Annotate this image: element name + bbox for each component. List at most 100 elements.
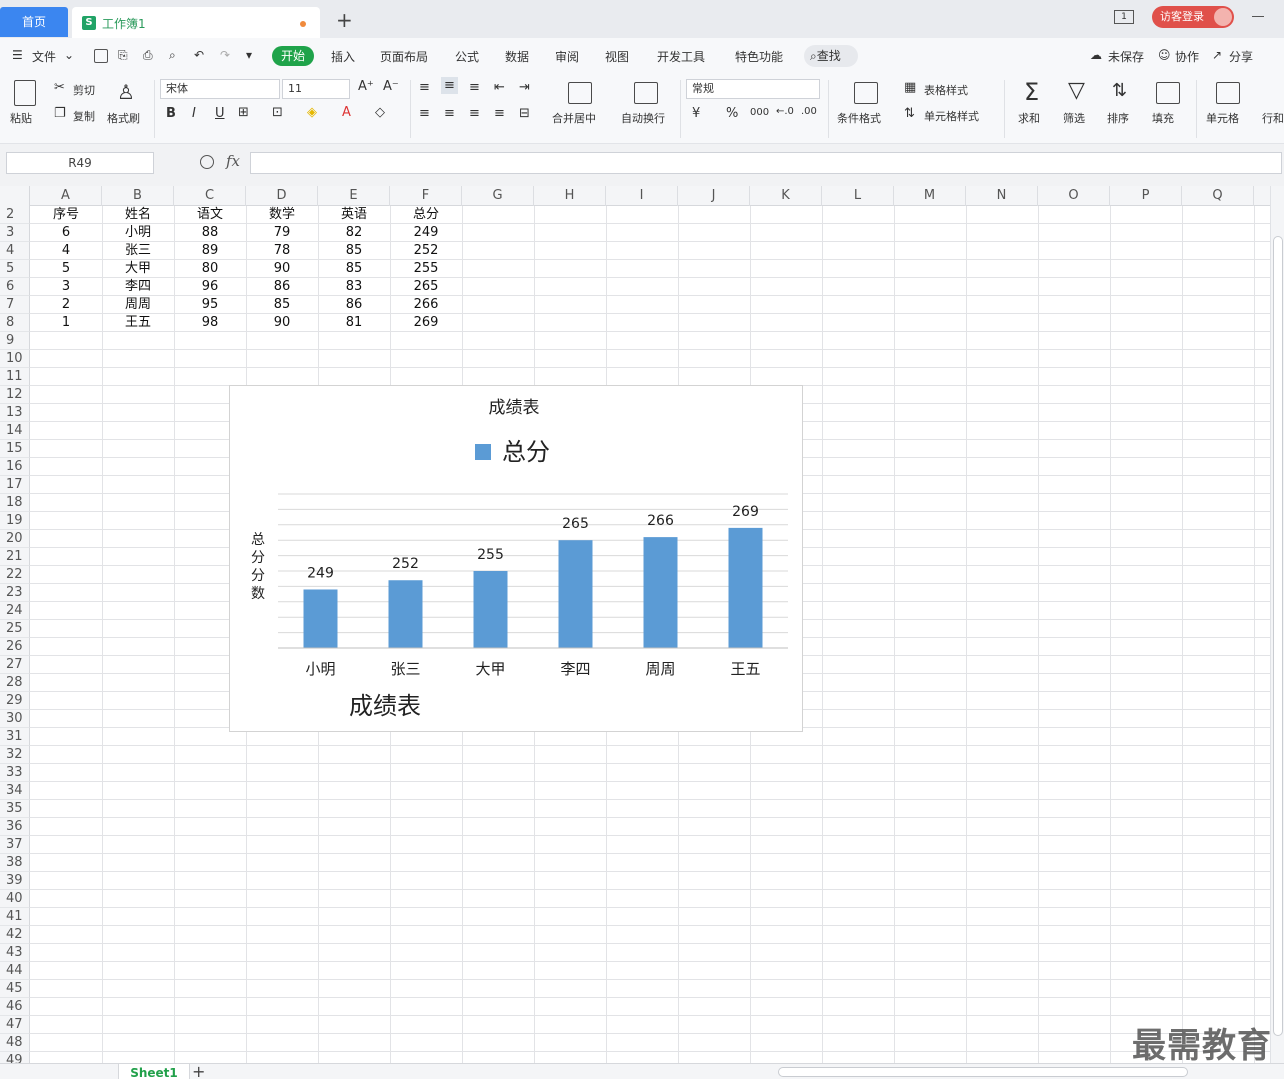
row-header[interactable]: 48 [0,1034,30,1052]
row-header[interactable]: 46 [0,998,30,1016]
row-header[interactable]: 7 [0,296,30,314]
font-size-select[interactable]: 11 [282,79,350,99]
column-header[interactable]: L [822,186,894,206]
row-header[interactable]: 27 [0,656,30,674]
fill-button[interactable]: 填充 [1152,110,1174,126]
table-cell[interactable]: 姓名 [102,206,174,224]
italic-button[interactable]: I [192,106,196,121]
fill-icon[interactable] [1156,82,1180,104]
number-format-select[interactable]: 常规 [686,79,820,99]
share-button[interactable]: 分享 [1229,48,1253,65]
row-header[interactable]: 41 [0,908,30,926]
decrease-decimal-icon[interactable]: .00 [801,106,817,117]
chevron-down-icon[interactable]: ⌄ [64,48,74,62]
table-cell[interactable]: 90 [246,260,318,278]
row-header[interactable]: 2 [0,206,30,224]
table-cell[interactable]: 81 [318,314,390,332]
tab-page-layout[interactable]: 页面布局 [380,48,428,65]
fx-icon[interactable]: fx [226,152,240,170]
row-header[interactable]: 38 [0,854,30,872]
table-cell[interactable]: 85 [318,260,390,278]
table-cell[interactable]: 82 [318,224,390,242]
table-cell[interactable]: 85 [318,242,390,260]
table-cell[interactable]: 79 [246,224,318,242]
table-cell[interactable]: 265 [390,278,462,296]
align-middle-icon[interactable]: ≡ [441,77,458,94]
column-header[interactable]: M [894,186,966,206]
align-right-icon[interactable]: ≡ [469,106,480,121]
save-icon[interactable] [94,49,108,63]
cell-style-button[interactable]: 单元格样式 [924,108,979,124]
select-all-corner[interactable] [0,186,30,206]
workbook-tab[interactable]: S 工作簿1 [72,7,320,38]
borders-icon[interactable]: ⊞ [238,105,249,120]
tab-view[interactable]: 视图 [605,48,629,65]
file-menu[interactable]: 文件 [32,48,56,65]
sheet-tab-sheet1[interactable]: Sheet1 [118,1064,190,1079]
minimize-icon[interactable] [1252,16,1264,17]
row-header[interactable]: 49 [0,1052,30,1063]
row-header[interactable]: 37 [0,836,30,854]
merge-center-icon[interactable] [568,82,592,104]
column-header[interactable]: H [534,186,606,206]
column-header[interactable]: Q [1182,186,1254,206]
cells-icon[interactable] [1216,82,1240,104]
column-header[interactable]: C [174,186,246,206]
row-header[interactable]: 34 [0,782,30,800]
row-header[interactable]: 4 [0,242,30,260]
row-header[interactable]: 22 [0,566,30,584]
row-header[interactable]: 11 [0,368,30,386]
table-cell[interactable]: 1 [30,314,102,332]
row-header[interactable]: 36 [0,818,30,836]
cut-button[interactable]: 剪切 [73,82,95,98]
table-cell[interactable]: 大甲 [102,260,174,278]
increase-font-icon[interactable]: A⁺ [358,79,374,94]
table-cell[interactable]: 2 [30,296,102,314]
table-cell[interactable]: 255 [390,260,462,278]
row-header[interactable]: 16 [0,458,30,476]
table-cell[interactable]: 96 [174,278,246,296]
table-cell[interactable]: 252 [390,242,462,260]
decrease-indent-icon[interactable]: ⇤ [494,80,505,95]
row-header[interactable]: 9 [0,332,30,350]
row-header[interactable]: 25 [0,620,30,638]
row-header[interactable]: 40 [0,890,30,908]
table-cell[interactable]: 89 [174,242,246,260]
clear-format-icon[interactable]: ◇ [375,105,385,120]
home-tab[interactable]: 首页 [0,7,68,37]
row-header[interactable]: 13 [0,404,30,422]
table-cell[interactable]: 269 [390,314,462,332]
table-cell[interactable]: 90 [246,314,318,332]
formula-input[interactable] [250,152,1282,174]
row-header[interactable]: 14 [0,422,30,440]
currency-button[interactable]: ¥ [692,106,700,121]
row-header[interactable]: 12 [0,386,30,404]
paste-icon[interactable] [14,80,36,106]
sum-button[interactable]: 求和 [1018,110,1040,126]
table-cell[interactable]: 语文 [174,206,246,224]
table-cell[interactable]: 李四 [102,278,174,296]
cell-format-icon[interactable]: ⊡ [272,105,283,120]
row-header[interactable]: 28 [0,674,30,692]
tab-special-features[interactable]: 特色功能 [735,48,783,65]
search-button[interactable]: ⌕查找 [804,45,858,67]
row-header[interactable]: 26 [0,638,30,656]
align-center-icon[interactable]: ≡ [444,106,455,121]
table-cell[interactable]: 83 [318,278,390,296]
column-header[interactable]: F [390,186,462,206]
wrap-text-button[interactable]: 自动换行 [621,110,665,126]
conditional-format-button[interactable]: 条件格式 [837,110,881,126]
column-header[interactable]: J [678,186,750,206]
table-cell[interactable]: 98 [174,314,246,332]
row-header[interactable]: 15 [0,440,30,458]
table-cell[interactable]: 86 [246,278,318,296]
filter-button[interactable]: 筛选 [1063,110,1085,126]
row-header[interactable]: 30 [0,710,30,728]
rows-cols-button[interactable]: 行和 [1262,110,1284,126]
increase-indent-icon[interactable]: ⇥ [519,80,530,95]
table-cell[interactable]: 4 [30,242,102,260]
table-cell[interactable]: 249 [390,224,462,242]
font-color-icon[interactable]: A [342,105,351,120]
table-cell[interactable]: 80 [174,260,246,278]
table-cell[interactable]: 266 [390,296,462,314]
